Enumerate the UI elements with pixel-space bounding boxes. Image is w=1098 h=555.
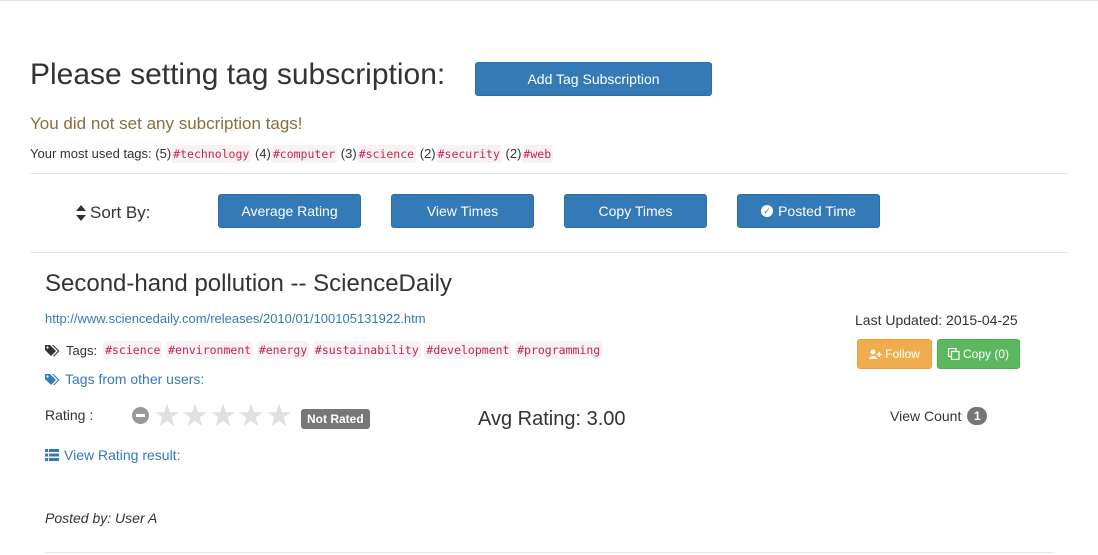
tag-link-science[interactable]: #science (356, 145, 417, 163)
star-icon[interactable]: ★ (265, 399, 293, 433)
sort-icon (76, 205, 86, 221)
divider (45, 552, 1053, 553)
post-tags: Tags: #science #environment #energy #sus… (45, 341, 603, 359)
tag-count: (3) (340, 146, 357, 161)
last-updated: Last Updated: 2015-04-25 (855, 312, 1018, 328)
post-tag-energy[interactable]: #energy (256, 341, 310, 359)
tags-icon (45, 344, 60, 356)
cancel-rating-icon[interactable] (132, 407, 149, 424)
tag-link-computer[interactable]: #computer (270, 145, 338, 163)
rating-label: Rating : (45, 407, 94, 423)
user-plus-icon (869, 349, 882, 359)
no-subscription-warning: You did not set any subcription tags! (30, 114, 303, 133)
sort-label-text: Sort By: (90, 203, 151, 222)
most-used-tags-label: Your most used tags: (30, 146, 152, 161)
list-icon (45, 449, 59, 461)
check-circle-icon: ✓ (761, 205, 774, 217)
copy-button[interactable]: Copy (0) (937, 339, 1020, 369)
post-tag-development[interactable]: #development (424, 341, 512, 359)
star-icon[interactable]: ★ (209, 399, 237, 433)
sort-posted-time-button[interactable]: ✓ Posted Time (737, 194, 880, 228)
post-tag-programming[interactable]: #programming (515, 341, 603, 359)
copy-label: Copy (0) (962, 347, 1009, 361)
follow-button[interactable]: Follow (857, 339, 932, 369)
view-rating-result-label: View Rating result: (64, 447, 181, 463)
tag-count: (2) (505, 146, 522, 161)
post-tag-sustainability[interactable]: #sustainability (312, 341, 421, 359)
view-count-badge: 1 (967, 407, 988, 425)
top-divider (0, 0, 1098, 1)
copy-icon (947, 348, 960, 360)
star-icon[interactable]: ★ (153, 399, 181, 433)
tags-label: Tags: (66, 342, 98, 358)
star-rating[interactable]: ★ ★ ★ ★ ★ (153, 399, 293, 433)
follow-label: Follow (885, 347, 920, 361)
post-tag-environment[interactable]: #environment (166, 341, 254, 359)
sort-view-times-button[interactable]: View Times (391, 194, 534, 228)
divider (30, 173, 1068, 174)
tag-link-technology[interactable]: #technology (171, 145, 252, 163)
sort-posted-time-label: Posted Time (778, 203, 856, 219)
view-count-label: View Count (890, 408, 962, 424)
tags-icon (45, 374, 60, 385)
tag-link-security[interactable]: #security (435, 145, 502, 163)
sort-copy-times-button[interactable]: Copy Times (564, 194, 707, 228)
posted-by: Posted by: User A (45, 510, 158, 526)
tag-link-web[interactable]: #web (521, 145, 554, 163)
star-icon[interactable]: ★ (181, 399, 209, 433)
tag-count: (4) (254, 146, 271, 161)
post-title: Second-hand pollution -- ScienceDaily (45, 270, 452, 297)
view-rating-result-link[interactable]: View Rating result: (45, 447, 180, 463)
most-used-tags: Your most used tags: (5) #technology (4) #… (30, 145, 554, 163)
sort-label: Sort By: (76, 203, 150, 223)
tags-from-other-users-link[interactable]: Tags from other users: (45, 371, 204, 387)
tag-count: (5) (155, 146, 172, 161)
divider (30, 252, 1068, 253)
post-tag-science[interactable]: #science (103, 341, 163, 359)
page-title: Please setting tag subscription: (30, 58, 446, 91)
add-tag-subscription-button[interactable]: Add Tag Subscription (475, 62, 712, 96)
tag-count: (2) (419, 146, 436, 161)
view-count: View Count 1 (890, 407, 988, 425)
average-rating: Avg Rating: 3.00 (478, 408, 626, 430)
not-rated-badge: Not Rated (301, 409, 370, 429)
sort-average-rating-button[interactable]: Average Rating (218, 194, 361, 228)
tags-from-other-users-label: Tags from other users: (65, 371, 205, 387)
post-url-link[interactable]: http://www.sciencedaily.com/releases/201… (45, 311, 426, 326)
star-icon[interactable]: ★ (237, 399, 265, 433)
